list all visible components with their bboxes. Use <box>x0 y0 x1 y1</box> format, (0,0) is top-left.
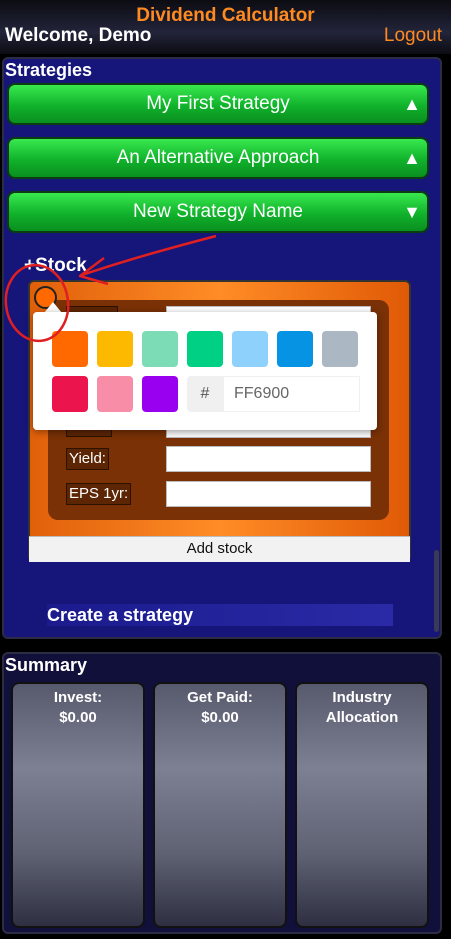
swatch-purple[interactable] <box>142 376 178 412</box>
hex-input[interactable]: FF6900 <box>223 376 360 412</box>
scrollbar[interactable] <box>434 550 439 632</box>
swatch-blue[interactable] <box>277 331 313 367</box>
strategy-my-first[interactable]: My First Strategy ▲ <box>7 83 429 125</box>
invest-value: $0.00 <box>59 709 97 726</box>
eps-input[interactable] <box>166 481 371 507</box>
welcome-text: Welcome, Demo <box>5 25 152 46</box>
collapse-arrow-icon: ▲ <box>403 94 421 114</box>
swatch-mint[interactable] <box>142 331 178 367</box>
create-strategy-label: Create a strategy <box>47 605 194 625</box>
get-paid-value: $0.00 <box>201 709 239 726</box>
industry-label: Industry <box>332 689 392 706</box>
yield-input[interactable] <box>166 446 371 472</box>
strategy-new-strategy-name[interactable]: New Strategy Name ▼ <box>7 191 429 233</box>
allocation-label: Allocation <box>325 709 399 726</box>
add-stock-button[interactable]: Add stock <box>29 536 410 562</box>
strategies-title: Strategies <box>5 60 93 80</box>
strategy-alternative-approach[interactable]: An Alternative Approach ▲ <box>7 137 429 179</box>
swatch-green[interactable] <box>187 331 223 367</box>
strategy-label: My First Strategy <box>146 93 290 114</box>
strategy-label: New Strategy Name <box>132 201 303 222</box>
logout-link[interactable]: Logout <box>384 25 442 47</box>
industry-allocation-card: Industry Allocation <box>295 682 429 928</box>
collapse-arrow-icon: ▲ <box>403 148 421 168</box>
swatch-light-blue[interactable] <box>232 331 268 367</box>
strategy-label: An Alternative Approach <box>116 147 320 168</box>
app-header: Dividend Calculator Welcome, Demo Logout <box>0 0 451 54</box>
get-paid-label: Get Paid: <box>187 689 253 706</box>
color-picker-popover <box>33 312 377 430</box>
swatch-orange[interactable] <box>52 331 88 367</box>
expand-arrow-icon: ▼ <box>403 202 421 222</box>
swatch-yellow[interactable] <box>97 331 133 367</box>
add-stock-link[interactable]: +Stock <box>24 255 87 277</box>
yield-label: Yield: <box>66 448 109 470</box>
app-title: Dividend Calculator <box>136 5 315 26</box>
swatch-pink[interactable] <box>97 376 133 412</box>
swatch-gray[interactable] <box>322 331 358 367</box>
get-paid-card: Get Paid: $0.00 <box>153 682 287 928</box>
eps-label: EPS 1yr: <box>66 483 132 505</box>
hash-icon: # <box>187 376 223 412</box>
summary-title: Summary <box>5 655 88 675</box>
invest-label: Invest: <box>53 689 103 706</box>
create-strategy-link[interactable]: Create a strategy <box>47 604 393 626</box>
swatch-red[interactable] <box>52 376 88 412</box>
invest-card: Invest: $0.00 <box>11 682 145 928</box>
